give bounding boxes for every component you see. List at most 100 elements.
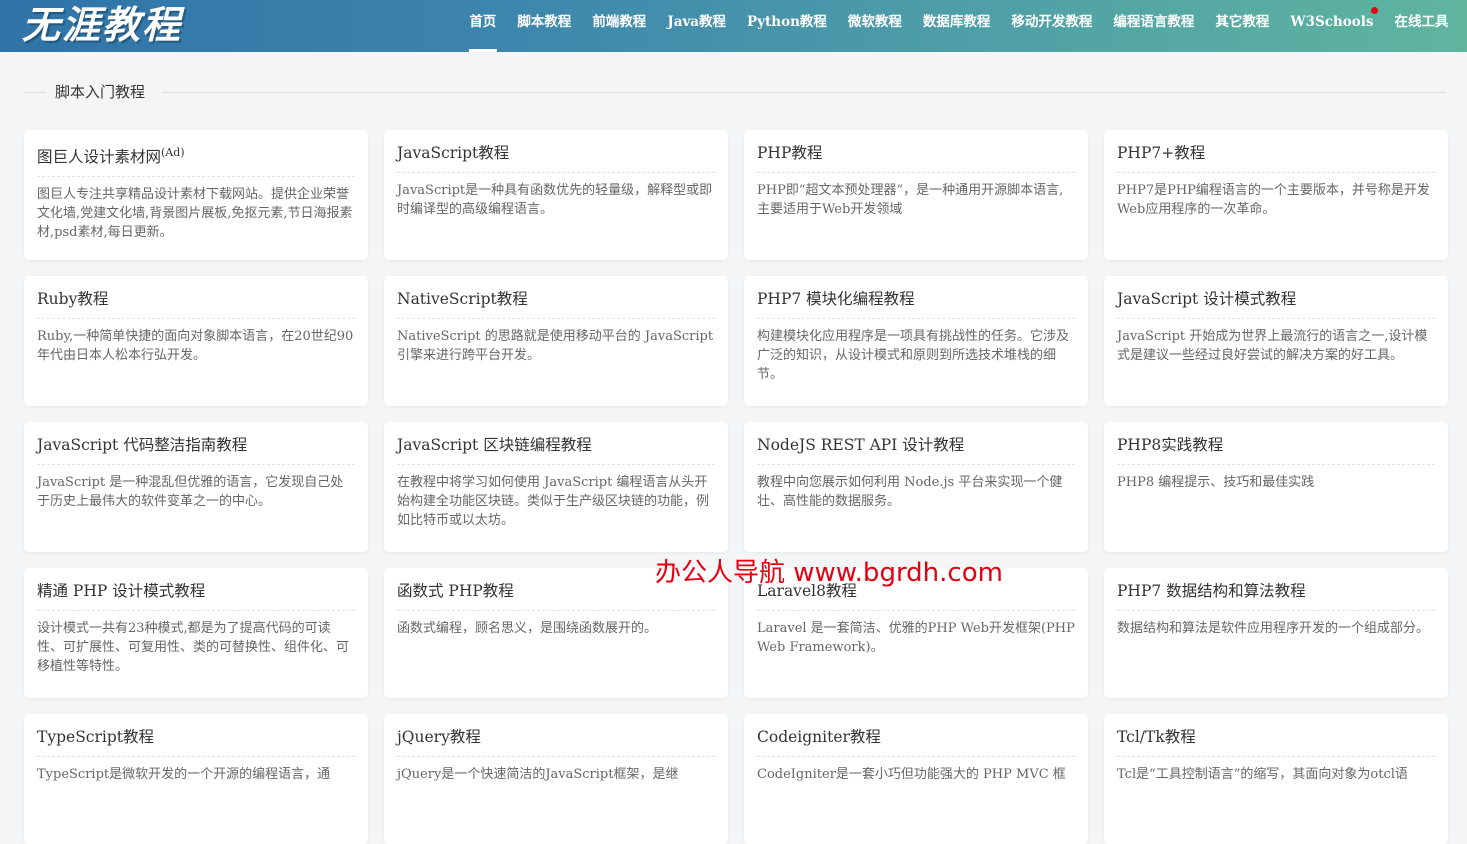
card-title-text: JavaScript 代码整洁指南教程: [37, 436, 248, 454]
nav-item-label: 移动开发教程: [1011, 14, 1093, 30]
tutorial-card[interactable]: JavaScript 设计模式教程 JavaScript 开始成为世界上最流行的语…: [1104, 276, 1448, 406]
nav-item-label: 编程语言教程: [1113, 14, 1195, 30]
nav-item-1[interactable]: 脚本教程: [507, 0, 582, 52]
nav-item-label: 在线工具: [1394, 14, 1449, 30]
tutorial-card-grid: 图巨人设计素材网(Ad) 图巨人专注共享精品设计素材下载网站。提供企业荣誉文化墙,…: [24, 130, 1448, 844]
card-title-text: PHP7 模块化编程教程: [757, 290, 915, 308]
card-title-text: JavaScript 区块链编程教程: [397, 436, 592, 454]
card-description: JavaScript 开始成为世界上最流行的语言之一,设计模式是建议一些经过良好…: [1117, 329, 1428, 363]
tutorial-card[interactable]: PHP7+教程 PHP7是PHP编程语言的一个主要版本，并号称是开发Web应用程序…: [1104, 130, 1448, 260]
tutorial-card[interactable]: Codeigniter教程 CodeIgniter是一套小巧但功能强大的 PHP …: [744, 714, 1088, 844]
ad-label: (Ad): [161, 146, 185, 159]
nav-item-label: 脚本教程: [517, 14, 572, 30]
nav-item-6[interactable]: 数据库教程: [912, 0, 1001, 52]
card-description: TypeScript是微软开发的一个开源的编程语言，通: [37, 767, 331, 782]
tutorial-card[interactable]: JavaScript 代码整洁指南教程 JavaScript 是一种混乱但优雅的语…: [24, 422, 368, 552]
card-title[interactable]: PHP7 模块化编程教程: [757, 288, 1075, 319]
card-description: Tcl是“工具控制语言”的缩写，其面向对象为otcl语: [1117, 767, 1408, 782]
nav-item-9[interactable]: 其它教程: [1205, 0, 1280, 52]
tutorial-card[interactable]: jQuery教程 jQuery是一个快速简洁的JavaScript框架，是继: [384, 714, 728, 844]
nav-item-5[interactable]: 微软教程: [837, 0, 912, 52]
section-header: 脚本入门教程: [24, 80, 1446, 104]
tutorial-card[interactable]: PHP7 数据结构和算法教程 数据结构和算法是软件应用程序开发的一个组成部分。: [1104, 568, 1448, 698]
card-description: CodeIgniter是一套小巧但功能强大的 PHP MVC 框: [757, 767, 1066, 782]
card-title[interactable]: JavaScript 代码整洁指南教程: [37, 434, 355, 465]
card-title-text: Ruby教程: [37, 290, 109, 308]
tutorial-card[interactable]: 精通 PHP 设计模式教程设计模式一共有23种模式,都是为了提高代码的可读性、可…: [24, 568, 368, 698]
card-title-text: PHP教程: [757, 144, 823, 162]
card-title[interactable]: NativeScript教程: [397, 288, 715, 319]
nav-item-7[interactable]: 移动开发教程: [1001, 0, 1103, 52]
card-title-text: 函数式 PHP教程: [397, 582, 514, 600]
card-title[interactable]: 精通 PHP 设计模式教程: [37, 580, 355, 611]
card-description: 函数式编程，顾名思义，是围绕函数展开的。: [397, 621, 658, 636]
main-nav: 首页 脚本教程 前端教程 Java教程 Python教程 微软教程 数据库教程 移动开发教程 编…: [459, 0, 1459, 52]
top-navbar: 无涯教程 首页 脚本教程 前端教程 Java教程 Python教程 微软教程 数据库教程 移动…: [0, 0, 1467, 52]
card-title[interactable]: PHP8实践教程: [1117, 434, 1435, 465]
card-title[interactable]: 图巨人设计素材网(Ad): [37, 142, 355, 178]
tutorial-card[interactable]: TypeScript教程 TypeScript是微软开发的一个开源的编程语言，通: [24, 714, 368, 844]
nav-item-10[interactable]: W3Schools: [1280, 0, 1384, 52]
card-description: 图巨人专注共享精品设计素材下载网站。提供企业荣誉文化墙,党建文化墙,背景图片展板…: [37, 187, 353, 241]
card-title[interactable]: Codeigniter教程: [757, 726, 1075, 757]
nav-item-11[interactable]: 在线工具: [1384, 0, 1459, 52]
card-title[interactable]: JavaScript 设计模式教程: [1117, 288, 1435, 319]
card-title-text: NativeScript教程: [397, 290, 528, 308]
card-description: 设计模式一共有23种模式,都是为了提高代码的可读性、可扩展性、可复用性、类的可替…: [37, 621, 350, 674]
card-title-text: 精通 PHP 设计模式教程: [37, 582, 206, 600]
tutorial-card[interactable]: PHP教程 PHP即“超文本预处理器”，是一种通用开源脚本语言,主要适用于Web开…: [744, 130, 1088, 260]
tutorial-card[interactable]: PHP8实践教程 PHP8 编程提示、技巧和最佳实践: [1104, 422, 1448, 552]
tutorial-card[interactable]: Ruby教程 Ruby,一种简单快捷的面向对象脚本语言，在20世纪90年代由日本人…: [24, 276, 368, 406]
card-title-text: JavaScript教程: [397, 144, 510, 162]
card-description: Ruby,一种简单快捷的面向对象脚本语言，在20世纪90年代由日本人松本行弘开发…: [37, 329, 354, 363]
card-description: 构建模块化应用程序是一项具有挑战性的任务。它涉及广泛的知识，从设计模式和原则到所…: [757, 329, 1070, 382]
card-title[interactable]: PHP7+教程: [1117, 142, 1435, 173]
tutorial-card[interactable]: 图巨人设计素材网(Ad) 图巨人专注共享精品设计素材下载网站。提供企业荣誉文化墙,…: [24, 130, 368, 260]
card-title-text: PHP7 数据结构和算法教程: [1117, 582, 1306, 600]
card-description: PHP即“超文本预处理器”，是一种通用开源脚本语言,主要适用于Web开发领域: [757, 183, 1064, 217]
card-description: PHP8 编程提示、技巧和最佳实践: [1117, 475, 1315, 490]
tutorial-card[interactable]: NodeJS REST API 设计教程 教程中向您展示如何利用 Node.js …: [744, 422, 1088, 552]
card-description: JavaScript 是一种混乱但优雅的语言，它发现自己处于历史上最伟大的软件变…: [37, 475, 344, 509]
card-description: 在教程中将学习如何使用 JavaScript 编程语言从头开始构建全功能区块链。…: [397, 475, 710, 528]
card-title[interactable]: JavaScript教程: [397, 142, 715, 173]
nav-item-8[interactable]: 编程语言教程: [1103, 0, 1205, 52]
card-title[interactable]: NodeJS REST API 设计教程: [757, 434, 1075, 465]
nav-item-label: 数据库教程: [922, 14, 991, 30]
card-title[interactable]: Tcl/Tk教程: [1117, 726, 1435, 757]
tutorial-card[interactable]: PHP7 模块化编程教程构建模块化应用程序是一项具有挑战性的任务。它涉及广泛的知…: [744, 276, 1088, 406]
card-description: 教程中向您展示如何利用 Node.js 平台来实现一个健壮、高性能的数据服务。: [757, 475, 1063, 509]
card-title[interactable]: JavaScript 区块链编程教程: [397, 434, 715, 465]
nav-item-0[interactable]: 首页: [459, 0, 507, 52]
card-title-text: jQuery教程: [397, 728, 481, 746]
card-description: JavaScript是一种具有函数优先的轻量级，解释型或即时编译型的高级编程语言…: [397, 183, 713, 217]
nav-item-2[interactable]: 前端教程: [582, 0, 657, 52]
site-logo[interactable]: 无涯教程: [22, 3, 182, 47]
tutorial-card[interactable]: JavaScript教程 JavaScript是一种具有函数优先的轻量级，解释型或…: [384, 130, 728, 260]
nav-item-4[interactable]: Python教程: [737, 0, 838, 52]
card-title[interactable]: PHP7 数据结构和算法教程: [1117, 580, 1435, 611]
card-title-text: PHP8实践教程: [1117, 436, 1224, 454]
card-description: NativeScript 的思路就是使用移动平台的 JavaScript 引擎来…: [397, 329, 714, 363]
section-title: 脚本入门教程: [55, 83, 146, 101]
tutorial-card[interactable]: Tcl/Tk教程 Tcl是“工具控制语言”的缩写，其面向对象为otcl语: [1104, 714, 1448, 844]
card-title-text: Tcl/Tk教程: [1117, 728, 1196, 746]
section-divider-right: [162, 92, 1446, 93]
card-title[interactable]: TypeScript教程: [37, 726, 355, 757]
tutorial-card[interactable]: JavaScript 区块链编程教程在教程中将学习如何使用 JavaScript…: [384, 422, 728, 552]
watermark-text: 办公人导航 www.bgrdh.com: [655, 558, 1003, 588]
card-description: jQuery是一个快速简洁的JavaScript框架，是继: [397, 767, 679, 782]
nav-item-3[interactable]: Java教程: [657, 0, 737, 52]
card-description: Laravel 是一套简洁、优雅的PHP Web开发框架(PHP Web Fra…: [757, 621, 1075, 655]
notification-dot: [1371, 7, 1378, 14]
nav-item-label: Python教程: [747, 14, 827, 30]
nav-item-label: W3Schools: [1290, 14, 1374, 30]
card-title-text: PHP7+教程: [1117, 144, 1206, 162]
tutorial-card[interactable]: NativeScript教程 NativeScript 的思路就是使用移动平台的 …: [384, 276, 728, 406]
card-title[interactable]: jQuery教程: [397, 726, 715, 757]
card-title[interactable]: PHP教程: [757, 142, 1075, 173]
card-title[interactable]: Ruby教程: [37, 288, 355, 319]
nav-item-label: 微软教程: [847, 14, 902, 30]
card-title-text: Codeigniter教程: [757, 728, 881, 746]
nav-item-label: 前端教程: [592, 14, 647, 30]
